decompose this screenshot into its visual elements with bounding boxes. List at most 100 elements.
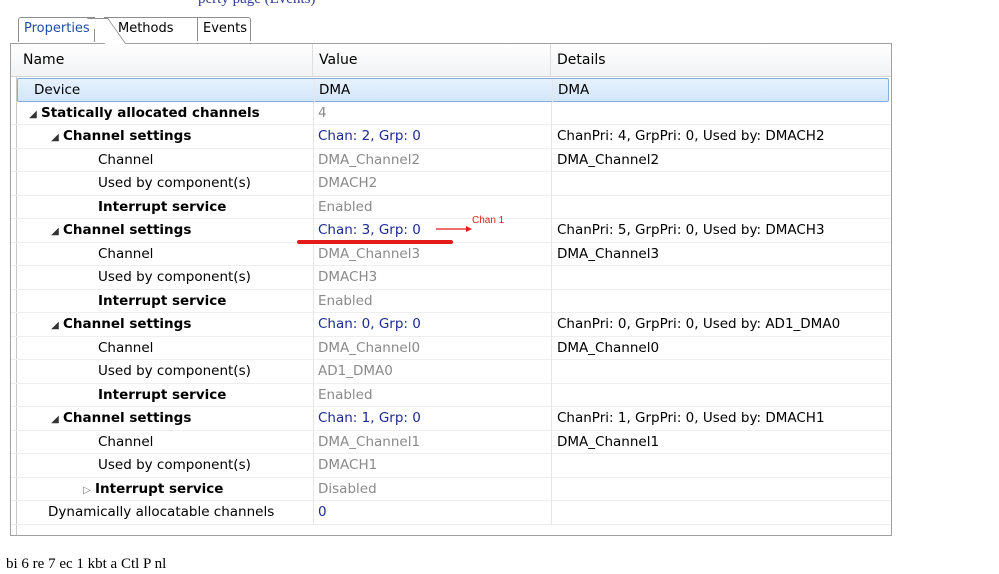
row-name: Channel settings <box>63 128 192 144</box>
row-name: Interrupt service <box>98 292 227 309</box>
row-name: Used by component(s) <box>98 175 251 191</box>
table-row-channel-settings[interactable]: ◢ Channel settings Chan: 0, Grp: 0 ChanPr… <box>11 313 891 337</box>
row-details: ChanPri: 4, GrpPri: 0, Used by: DMACH2 <box>551 125 891 149</box>
row-name-wrap: ◢ Channel settings <box>17 313 313 337</box>
caption-bottom: bi 6 re 7 ec 1 kbt a Ctl P nl <box>6 556 167 572</box>
triangle-down-icon[interactable]: ◢ <box>47 220 63 243</box>
grid-body: Device DMA DMA ◢ Statically allocated cha… <box>11 78 891 525</box>
row-name: Used by component(s) <box>98 363 251 379</box>
row-value: DMA_Channel1 <box>313 430 551 454</box>
row-name: Interrupt service <box>98 198 227 215</box>
annotation-label: Chan 1 <box>472 215 505 226</box>
row-value: Enabled <box>313 195 551 219</box>
row-value: DMA_Channel0 <box>313 336 551 360</box>
row-name: Statically allocated channels <box>41 104 260 121</box>
row-name: Dynamically allocatable channels <box>48 504 275 520</box>
row-name-wrap: ◢ Statically allocated channels <box>17 102 313 126</box>
row-details: ChanPri: 1, GrpPri: 0, Used by: DMACH1 <box>551 407 891 431</box>
column-header-details[interactable]: Details <box>551 44 891 77</box>
table-row-static-channels[interactable]: ◢ Statically allocated channels 4 <box>11 101 891 126</box>
annotation-arrow-icon <box>436 226 472 232</box>
row-details: ChanPri: 5, GrpPri: 0, Used by: DMACH3 <box>551 219 891 243</box>
triangle-right-icon[interactable]: ▷ <box>79 479 95 502</box>
row-name: Interrupt service <box>95 480 224 497</box>
row-value: DMACH1 <box>313 454 551 478</box>
table-row-interrupt-service[interactable]: ▷ Interrupt service Disabled <box>11 477 891 502</box>
row-details: DMA_Channel2 <box>551 148 891 172</box>
table-row-device[interactable]: Device DMA DMA <box>17 78 891 103</box>
property-grid: Name Value Details Device DMA DMA ◢ Stati… <box>10 43 892 536</box>
table-row-interrupt-service[interactable]: Interrupt service Enabled <box>11 383 891 407</box>
table-row-used-by[interactable]: Used by component(s) DMACH1 <box>11 454 891 478</box>
row-value: Enabled <box>313 289 551 313</box>
row-value: 4 <box>313 101 551 125</box>
row-details: DMA_Channel0 <box>551 336 891 360</box>
annotation-underline <box>297 240 453 244</box>
row-name: Channel settings <box>63 316 192 332</box>
table-row-used-by[interactable]: Used by component(s) AD1_DMA0 <box>11 360 891 384</box>
triangle-down-icon[interactable]: ◢ <box>25 103 41 126</box>
table-row-channel[interactable]: Channel DMA_Channel1 DMA_Channel1 <box>11 430 891 454</box>
tab-events[interactable]: Events <box>197 17 251 41</box>
row-value[interactable]: Chan: 1, Grp: 0 <box>313 407 551 431</box>
row-details: ChanPri: 0, GrpPri: 0, Used by: AD1_DMA0 <box>551 313 891 337</box>
row-details: DMA <box>552 79 891 103</box>
row-name: Channel <box>98 433 154 450</box>
table-row-channel[interactable]: Channel DMA_Channel2 DMA_Channel2 <box>11 148 891 172</box>
row-value: DMA_Channel2 <box>313 148 551 172</box>
table-row-channel[interactable]: Channel DMA_Channel0 DMA_Channel0 <box>11 336 891 360</box>
row-details <box>551 454 891 478</box>
row-details <box>551 289 891 313</box>
triangle-down-icon[interactable]: ◢ <box>47 408 63 431</box>
triangle-down-icon[interactable]: ◢ <box>47 126 63 149</box>
column-header-value[interactable]: Value <box>313 44 551 77</box>
row-details: DMA_Channel3 <box>551 242 891 266</box>
row-name: Device <box>34 82 81 98</box>
row-name: Interrupt service <box>98 386 227 403</box>
row-name: Used by component(s) <box>98 269 251 285</box>
row-details <box>551 360 891 384</box>
row-name-wrap: ▷ Interrupt service <box>17 478 313 502</box>
table-row-channel-settings[interactable]: ◢ Channel settings Chan: 1, Grp: 0 ChanPr… <box>11 407 891 431</box>
row-name: Channel <box>98 245 154 262</box>
caption-top: perty page (Events) <box>198 0 315 8</box>
row-details: DMA_Channel1 <box>551 430 891 454</box>
row-details <box>551 172 891 196</box>
row-value[interactable]: Chan: 2, Grp: 0 <box>313 125 551 149</box>
row-details <box>551 383 891 407</box>
row-name-wrap: ◢ Channel settings <box>17 125 313 149</box>
row-value[interactable]: Chan: 0, Grp: 0 <box>313 313 551 337</box>
table-row-used-by[interactable]: Used by component(s) DMACH3 <box>11 266 891 290</box>
row-value: Enabled <box>313 383 551 407</box>
row-value: Disabled <box>313 477 551 501</box>
row-value: DMA_Channel3 <box>313 242 551 266</box>
row-value: DMACH3 <box>313 266 551 290</box>
row-name: Channel <box>98 151 154 168</box>
table-row-interrupt-service[interactable]: Interrupt service Enabled <box>11 195 891 219</box>
row-value[interactable]: 0 <box>313 501 551 525</box>
column-header-name[interactable]: Name <box>17 44 313 77</box>
row-value: DMACH2 <box>313 172 551 196</box>
row-name-wrap: ◢ Channel settings <box>17 407 313 431</box>
tab-properties[interactable]: Properties <box>18 17 95 42</box>
grid-header: Name Value Details <box>11 44 891 77</box>
row-value: AD1_DMA0 <box>313 360 551 384</box>
row-name: Channel <box>98 339 154 356</box>
row-name: Used by component(s) <box>98 457 251 473</box>
row-value[interactable]: DMA <box>314 79 552 103</box>
row-details <box>551 477 891 501</box>
row-value[interactable]: Chan: 3, Grp: 0 <box>313 219 551 243</box>
table-row-dynamic-channels[interactable]: Dynamically allocatable channels 0 <box>11 501 891 525</box>
table-row-channel-settings[interactable]: ◢ Channel settings Chan: 2, Grp: 0 ChanPr… <box>11 125 891 149</box>
table-row-channel[interactable]: Channel DMA_Channel3 DMA_Channel3 <box>11 242 891 266</box>
triangle-down-icon[interactable]: ◢ <box>47 314 63 337</box>
row-name: Channel settings <box>63 410 192 426</box>
row-details <box>551 266 891 290</box>
tab-strip: Properties Methods Events <box>18 17 258 43</box>
table-row-used-by[interactable]: Used by component(s) DMACH2 <box>11 172 891 196</box>
row-details <box>551 501 891 525</box>
row-details <box>551 101 891 125</box>
table-row-interrupt-service[interactable]: Interrupt service Enabled <box>11 289 891 313</box>
row-name-wrap: ◢ Channel settings <box>17 219 313 243</box>
row-details <box>551 195 891 219</box>
